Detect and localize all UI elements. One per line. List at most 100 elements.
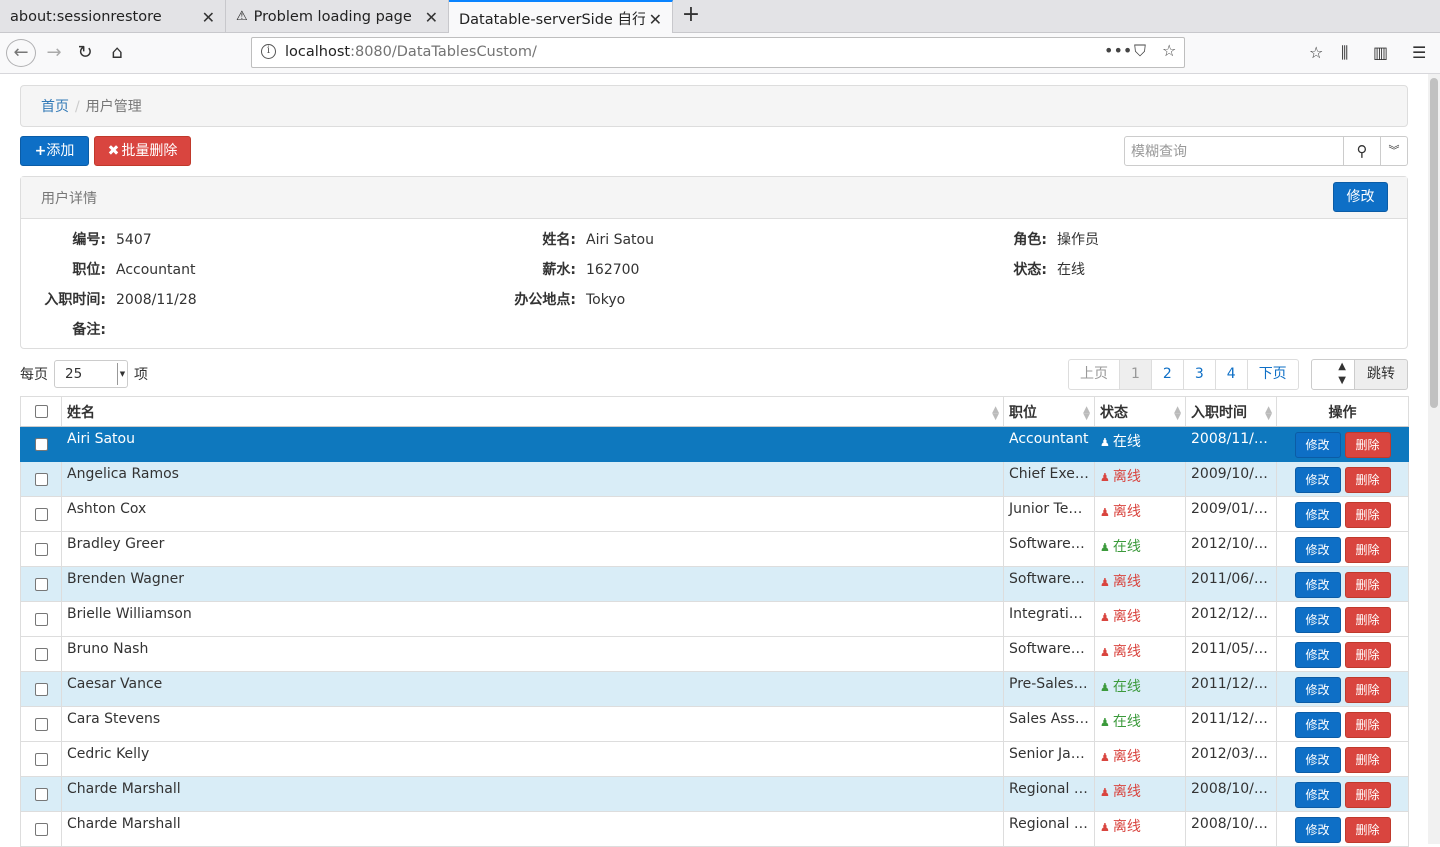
row-delete-button[interactable]: 删除: [1344, 537, 1391, 563]
checkbox[interactable]: [34, 682, 48, 696]
checkbox[interactable]: [34, 752, 48, 766]
home-button[interactable]: ⌂: [103, 39, 131, 67]
header-name[interactable]: 姓名 ▲ ▼: [61, 396, 1004, 427]
row-edit-button[interactable]: 修改: [1294, 782, 1341, 808]
page-button-4[interactable]: 4: [1214, 359, 1248, 390]
row-delete-button[interactable]: 删除: [1344, 817, 1391, 843]
prev-page-button[interactable]: 上页: [1068, 359, 1120, 390]
row-delete-button[interactable]: 删除: [1344, 747, 1391, 773]
table-row[interactable]: Airi Satou Accountant ♟ 在线 2008/11/28 修改 删除: [20, 426, 1409, 462]
row-edit-button[interactable]: 修改: [1294, 817, 1341, 843]
close-icon[interactable]: ✕: [202, 8, 215, 27]
row-delete-button[interactable]: 删除: [1344, 502, 1391, 528]
page-size-select[interactable]: 25 ▼: [54, 360, 128, 388]
tab-problem-loading[interactable]: ⚠ Problem loading page ✕: [226, 0, 449, 33]
row-select-cell[interactable]: [20, 636, 62, 672]
row-edit-button[interactable]: 修改: [1294, 502, 1341, 528]
new-tab-button[interactable]: +: [678, 3, 704, 29]
reader-icon[interactable]: ☆: [1309, 43, 1323, 62]
checkbox[interactable]: [34, 577, 48, 591]
header-select-all[interactable]: [20, 396, 62, 427]
library-icon[interactable]: ⫼: [1341, 43, 1348, 63]
page-actions-icon[interactable]: •••: [1104, 41, 1132, 60]
breadcrumb-home-link[interactable]: 首页: [41, 99, 69, 115]
checkbox[interactable]: [34, 507, 48, 521]
row-edit-button[interactable]: 修改: [1294, 747, 1341, 773]
row-edit-button[interactable]: 修改: [1294, 467, 1341, 493]
row-select-cell[interactable]: [20, 496, 62, 532]
page-button-3[interactable]: 3: [1182, 359, 1216, 390]
row-select-cell[interactable]: [20, 566, 62, 602]
row-select-cell[interactable]: [20, 601, 62, 637]
batch-delete-button[interactable]: ✖ 批量删除: [94, 136, 191, 166]
jump-page-input[interactable]: ▲ ▼: [1311, 359, 1355, 390]
table-row[interactable]: Bruno Nash Software … ♟ 离线 2011/05/03 修改 删除: [20, 636, 1409, 672]
tab-sessionrestore[interactable]: about:sessionrestore ✕: [0, 0, 226, 33]
search-button[interactable]: ⚲: [1343, 136, 1381, 166]
table-row[interactable]: Cedric Kelly Senior Ja… ♟ 离线 2012/03/29 修改 删除: [20, 741, 1409, 777]
scrollbar-thumb[interactable]: [1430, 78, 1438, 408]
row-edit-button[interactable]: 修改: [1294, 432, 1341, 458]
close-icon[interactable]: ✕: [425, 8, 438, 27]
row-delete-button[interactable]: 删除: [1344, 432, 1391, 458]
checkbox[interactable]: [34, 542, 48, 556]
tab-datatable[interactable]: Datatable-serverSide 自行封 ✕: [449, 0, 673, 34]
row-select-cell[interactable]: [20, 461, 62, 497]
row-select-cell[interactable]: [20, 706, 62, 742]
row-select-cell[interactable]: [20, 776, 62, 812]
page-button-2[interactable]: 2: [1150, 359, 1184, 390]
jump-button[interactable]: 跳转: [1354, 359, 1408, 390]
header-date[interactable]: 入职时间 ▲ ▼: [1185, 396, 1277, 427]
checkbox[interactable]: [34, 472, 48, 486]
add-button[interactable]: +添加: [20, 136, 89, 166]
page-button-1[interactable]: 1: [1119, 359, 1152, 390]
table-row[interactable]: Bradley Greer Software … ♟ 在线 2012/10/13 修改 删除: [20, 531, 1409, 567]
checkbox[interactable]: [34, 717, 48, 731]
checkbox[interactable]: [34, 405, 48, 418]
row-select-cell[interactable]: [20, 426, 62, 462]
bookmark-star-icon[interactable]: ☆: [1162, 41, 1176, 60]
row-edit-button[interactable]: 修改: [1294, 712, 1341, 738]
checkbox[interactable]: [34, 612, 48, 626]
table-row[interactable]: Charde Marshall Regional … ♟ 离线 2008/10/16 修改…: [20, 776, 1409, 812]
table-row[interactable]: Angelica Ramos Chief Exe… ♟ 离线 2009/10/09 修改删…: [20, 461, 1409, 497]
row-edit-button[interactable]: 修改: [1294, 642, 1341, 668]
header-position[interactable]: 职位 ▲ ▼: [1003, 396, 1095, 427]
pocket-icon[interactable]: ⛉: [1134, 41, 1146, 61]
edit-detail-button[interactable]: 修改: [1333, 182, 1388, 212]
page-scrollbar[interactable]: [1428, 74, 1440, 844]
row-delete-button[interactable]: 删除: [1344, 712, 1391, 738]
forward-button[interactable]: →: [40, 39, 68, 67]
header-status[interactable]: 状态 ▲ ▼: [1094, 396, 1186, 427]
row-edit-button[interactable]: 修改: [1294, 677, 1341, 703]
row-select-cell[interactable]: [20, 531, 62, 567]
table-row[interactable]: Cara Stevens Sales Assi… ♟ 在线 2011/12/06 修改 删除: [20, 706, 1409, 742]
table-row[interactable]: Brielle Williamson Integratio… ♟ 离线 2012/12/…: [20, 601, 1409, 637]
search-input[interactable]: [1124, 136, 1344, 166]
row-select-cell[interactable]: [20, 811, 62, 847]
back-button[interactable]: ←: [6, 39, 36, 67]
table-row[interactable]: Charde Marshall Regional … ♟ 离线 2008/10/16 修改…: [20, 811, 1409, 847]
row-select-cell[interactable]: [20, 741, 62, 777]
reload-button[interactable]: ↻: [71, 39, 99, 67]
table-row[interactable]: Ashton Cox Junior Tec… ♟ 离线 2009/01/12 修改 删除: [20, 496, 1409, 532]
sidebar-icon[interactable]: ▥: [1373, 43, 1388, 62]
checkbox[interactable]: [34, 647, 48, 661]
checkbox[interactable]: [34, 437, 48, 451]
row-delete-button[interactable]: 删除: [1344, 607, 1391, 633]
row-delete-button[interactable]: 删除: [1344, 677, 1391, 703]
menu-icon[interactable]: ☰: [1412, 43, 1426, 62]
next-page-button[interactable]: 下页: [1246, 359, 1299, 390]
info-icon[interactable]: i: [261, 44, 276, 59]
row-delete-button[interactable]: 删除: [1344, 467, 1391, 493]
table-row[interactable]: Caesar Vance Pre-Sales … ♟ 在线 2011/12/12 修改 删除: [20, 671, 1409, 707]
row-delete-button[interactable]: 删除: [1344, 642, 1391, 668]
row-select-cell[interactable]: [20, 671, 62, 707]
row-delete-button[interactable]: 删除: [1344, 782, 1391, 808]
row-edit-button[interactable]: 修改: [1294, 572, 1341, 598]
row-edit-button[interactable]: 修改: [1294, 607, 1341, 633]
checkbox[interactable]: [34, 822, 48, 836]
url-bar[interactable]: i localhost:8080/DataTablesCustom/ ••• ⛉…: [251, 37, 1185, 68]
checkbox[interactable]: [34, 787, 48, 801]
advanced-search-toggle[interactable]: ︾: [1380, 136, 1408, 166]
